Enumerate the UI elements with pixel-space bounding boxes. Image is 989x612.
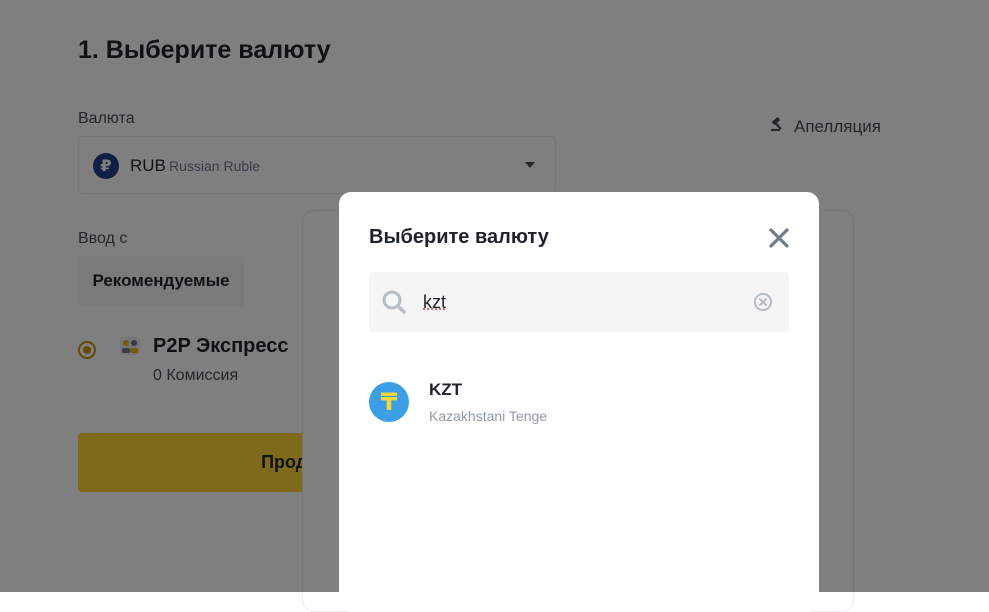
search-input[interactable] (423, 290, 743, 314)
close-icon[interactable] (765, 224, 793, 252)
list-item[interactable]: ₸ KZT Kazakhstani Tenge (369, 376, 789, 432)
kzt-currency-icon: ₸ (369, 382, 409, 422)
result-currency-name: Kazakhstani Tenge (429, 408, 548, 424)
currency-search (369, 272, 789, 332)
clear-icon[interactable] (753, 292, 773, 312)
modal-title: Выберите валюту (369, 226, 549, 248)
select-currency-modal: Выберите валюту ₸ KZT Kazakhstani Tenge (339, 192, 819, 612)
search-icon (382, 290, 406, 314)
result-currency-code: KZT (429, 380, 463, 399)
